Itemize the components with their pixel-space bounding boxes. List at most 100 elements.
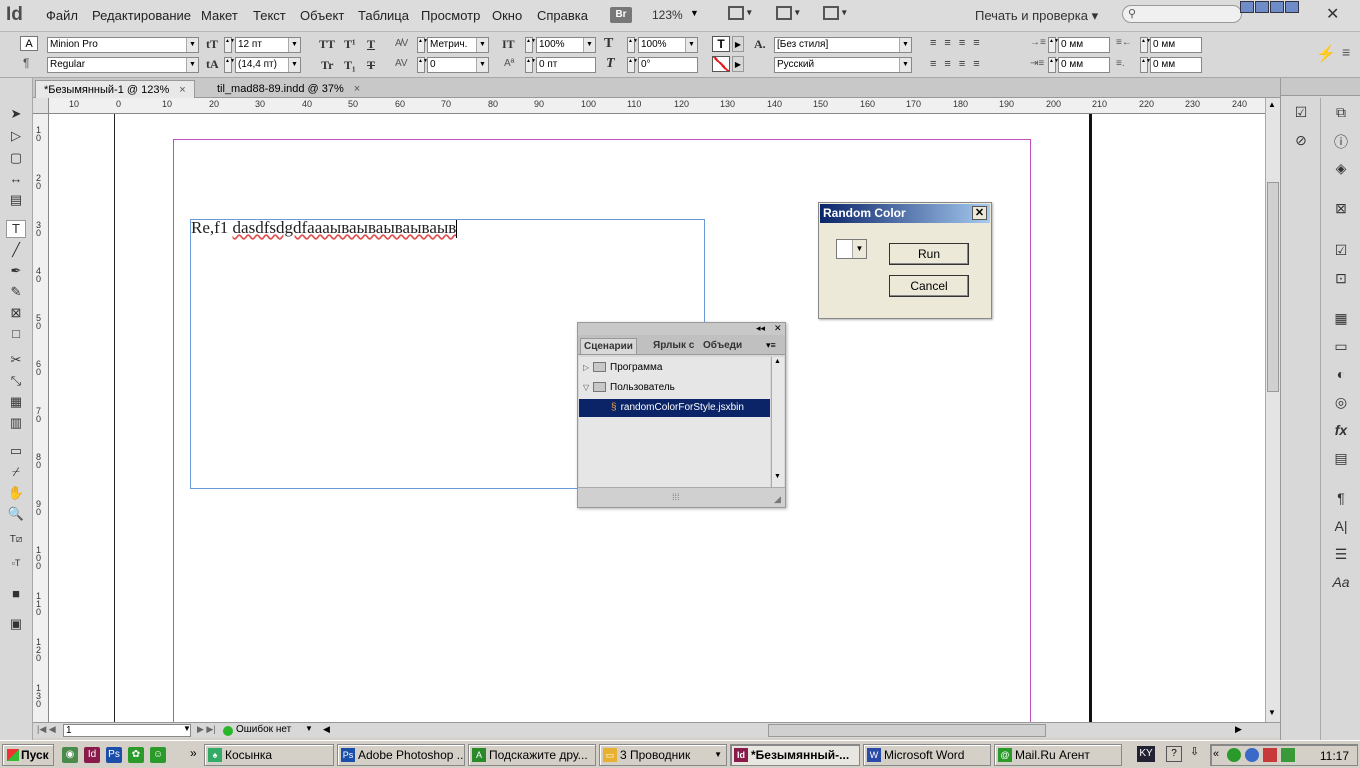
scripts-panel-titlebar[interactable]: ◂◂ ✕ — [578, 323, 785, 335]
gradient-swatch-tool-icon[interactable]: ▦ — [6, 394, 26, 412]
tab-close-icon[interactable]: × — [179, 84, 185, 96]
scroll-up-icon[interactable]: ▲ — [774, 358, 781, 365]
language-indicator[interactable]: KY — [1137, 746, 1155, 762]
stroke-icon[interactable]: ⊡ — [1330, 270, 1352, 290]
tracking-spinner[interactable]: ▲▼ — [417, 57, 428, 73]
left-indent-field[interactable]: 0 мм — [1058, 37, 1110, 53]
gradient-icon[interactable]: ▭ — [1330, 338, 1352, 358]
bridge-button[interactable]: Br — [610, 7, 632, 23]
baseline-shift-spinner[interactable]: ▲▼ — [525, 57, 536, 73]
quicklaunch-agent-icon[interactable]: ☺ — [150, 747, 166, 763]
menu-window[interactable]: Окно — [492, 8, 522, 23]
menu-object[interactable]: Объект — [300, 8, 344, 23]
direct-selection-tool-icon[interactable]: ▷ — [6, 128, 26, 146]
task-solitaire[interactable]: ♠ Косынка — [204, 744, 334, 766]
right-indent-field[interactable]: 0 мм — [1150, 37, 1202, 53]
font-style-field[interactable]: Regular ▼ — [47, 57, 199, 73]
scissors-tool-icon[interactable]: ✂ — [6, 352, 26, 370]
agent-tray-icon[interactable] — [1227, 748, 1241, 762]
collapse-panel-icon[interactable]: ◂◂ — [756, 323, 765, 334]
resize-grip-icon[interactable]: ⁞⁞⁞ — [672, 492, 680, 502]
table-icon[interactable]: ▤ — [1330, 450, 1352, 470]
show-hidden-icons[interactable]: « — [1213, 748, 1219, 760]
start-button[interactable]: Пуск — [2, 744, 54, 766]
scroll-down-icon[interactable]: ▼ — [774, 473, 781, 480]
paragraph-mode-icon[interactable]: ¶ — [23, 56, 29, 70]
stroke-swatch-arrow-icon[interactable]: ▶ — [732, 56, 744, 72]
tray-app-icon[interactable] — [1281, 748, 1295, 762]
last-indent-spinner[interactable]: ▲▼ — [1140, 57, 1151, 73]
scroll-left-icon[interactable]: ◀ — [323, 724, 330, 735]
language-field[interactable]: Русский ▼ — [774, 57, 912, 73]
formatting-affects-icon[interactable]: ▫T — [6, 558, 26, 576]
maximize-icon[interactable] — [1270, 1, 1284, 13]
kerning-spinner[interactable]: ▲▼ — [417, 37, 428, 53]
vertical-scrollbar[interactable]: ▲ ▼ — [1265, 98, 1280, 722]
paragraph-icon[interactable]: ¶ — [1330, 490, 1352, 510]
eyedropper-tool-icon[interactable]: ⌿ — [6, 464, 26, 482]
first-page-icon[interactable]: |◀ ◀ — [37, 724, 56, 735]
clock[interactable]: 11:17 — [1320, 749, 1349, 763]
horizontal-scale-field[interactable]: 100% ▼ — [638, 37, 698, 53]
task-mail-agent[interactable]: @ Mail.Ru Агент — [994, 744, 1122, 766]
arrange-documents-button[interactable]: ▾ — [823, 6, 853, 24]
chevron-down-icon[interactable]: ▼ — [852, 240, 866, 258]
workspace-switcher[interactable]: Печать и проверка ▾ — [975, 8, 1098, 24]
alignment-buttons[interactable]: ≡≡≡≡ — [930, 37, 988, 49]
view-options-button[interactable]: ▾ — [728, 6, 758, 24]
horizontal-scroll-thumb[interactable] — [768, 724, 1046, 737]
vertical-scale-field[interactable]: 100% ▼ — [536, 37, 596, 53]
zoom-dropdown-icon[interactable]: ▼ — [690, 8, 699, 18]
close-icon[interactable]: ✕ — [1326, 4, 1339, 24]
free-transform-tool-icon[interactable]: ⤡ — [6, 373, 26, 391]
panel-menu-icon[interactable]: ▾≡ — [766, 340, 776, 351]
minimize-icon[interactable] — [1240, 1, 1254, 13]
first-indent-field[interactable]: 0 мм — [1058, 57, 1110, 73]
collapse-icon[interactable]: ▽ — [583, 379, 593, 397]
pen-tool-icon[interactable]: ✒ — [6, 263, 26, 281]
tab-script-label[interactable]: Ярлык с — [650, 338, 698, 354]
quicklaunch-more-icon[interactable]: » — [190, 746, 197, 760]
layers-icon[interactable]: ◈ — [1330, 160, 1352, 180]
swatches-icon[interactable]: ▦ — [1330, 310, 1352, 330]
fill-swatch-arrow-icon[interactable]: ▶ — [732, 36, 744, 52]
zoom-tool-icon[interactable]: 🔍 — [6, 506, 26, 524]
task-browser[interactable]: A Подскажите дру... — [468, 744, 596, 766]
links-icon[interactable]: ⊘ — [1290, 132, 1312, 152]
strikethrough-icon[interactable]: T — [367, 58, 375, 73]
pages-icon[interactable]: ⧉ — [1330, 104, 1352, 124]
preflight-icon[interactable]: ☑ — [1330, 242, 1352, 262]
effects-icon[interactable]: ◎ — [1330, 394, 1352, 414]
quicklaunch-icq-icon[interactable]: ✿ — [128, 747, 144, 763]
close-panel-icon[interactable]: ✕ — [774, 323, 782, 334]
selection-tool-icon[interactable]: ➤ — [6, 106, 26, 124]
task-photoshop[interactable]: Ps Adobe Photoshop ... — [337, 744, 465, 766]
color-dropdown[interactable]: ▼ — [836, 239, 867, 259]
subscript-icon[interactable]: T₁ — [344, 58, 356, 73]
task-explorer[interactable]: ▭ 3 Проводник ▼ — [599, 744, 727, 766]
line-tool-icon[interactable]: ╱ — [6, 242, 26, 260]
left-indent-spinner[interactable]: ▲▼ — [1048, 37, 1059, 53]
cancel-button[interactable]: Cancel — [889, 275, 969, 297]
control-menu-icon[interactable]: ≡ — [1342, 44, 1350, 60]
menu-help[interactable]: Справка — [537, 8, 588, 23]
dialog-close-button[interactable]: ✕ — [972, 206, 987, 220]
rectangle-tool-icon[interactable]: □ — [6, 326, 26, 344]
horizontal-ruler[interactable]: 10 0 10 20 30 40 50 60 70 80 90 100 110 … — [49, 98, 1265, 114]
underline-icon[interactable]: T — [367, 37, 375, 52]
zoom-level[interactable]: 123% — [652, 8, 683, 22]
tab-til-mad[interactable]: til_mad88-89.indd @ 37% × — [209, 80, 368, 98]
tray-arrow-icon[interactable]: ⇩ — [1190, 745, 1199, 758]
ruler-origin[interactable] — [33, 98, 49, 114]
fill-stroke-icon[interactable]: T⧄ — [6, 534, 26, 552]
font-size-spinner[interactable]: ▲▼ — [224, 37, 235, 53]
task-indesign[interactable]: Id *Безымянный-... — [730, 744, 860, 766]
menu-view[interactable]: Просмотр — [421, 8, 480, 23]
menu-layout[interactable]: Макет — [201, 8, 238, 23]
page-tool-icon[interactable]: ▢ — [6, 150, 26, 168]
apply-color-icon[interactable]: ■ — [6, 586, 26, 604]
tab-scripts[interactable]: Сценарии — [580, 338, 637, 354]
scroll-up-icon[interactable]: ▲ — [1268, 100, 1276, 109]
pencil-tool-icon[interactable]: ✎ — [6, 284, 26, 302]
misspelled-text[interactable]: dasdfsdgdfaaaываываываываыв — [233, 218, 457, 237]
